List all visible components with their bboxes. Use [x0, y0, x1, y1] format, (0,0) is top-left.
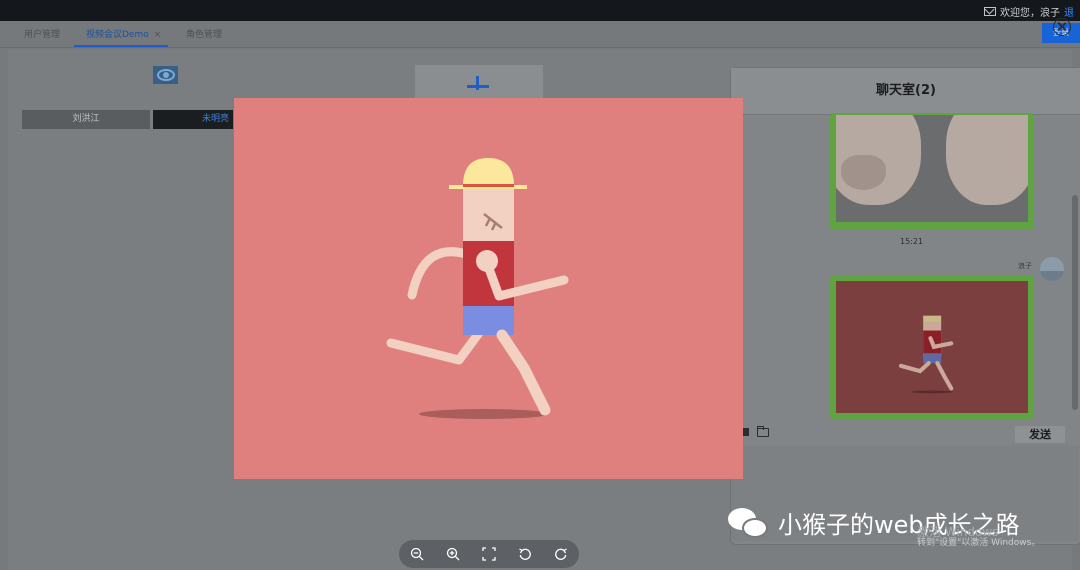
sender-name: 浪子 — [1018, 262, 1032, 270]
fullscreen-icon[interactable] — [480, 545, 498, 563]
top-bar: 欢迎您，浪子 退 — [0, 0, 1080, 21]
chat-input-toolbar — [740, 426, 769, 437]
tab-bar: 用户管理 视频会议Demo × 角色管理 登录 — [0, 21, 1080, 48]
tab-label: 视频会议Demo — [86, 30, 149, 40]
mail-icon[interactable] — [984, 7, 996, 16]
active-tab-indicator — [74, 45, 168, 47]
welcome-text: 欢迎您，浪子 — [1000, 8, 1060, 19]
camera-toggle-button[interactable] — [153, 66, 178, 84]
image-viewer — [234, 98, 743, 479]
wechat-icon — [728, 506, 770, 540]
tab-video-conference[interactable]: 视频会议Demo × — [86, 27, 161, 40]
zoom-out-icon[interactable] — [408, 545, 426, 563]
activation-subtitle: 转到"设置"以激活 Windows。 — [917, 538, 1041, 548]
chat-title: 聊天室(2) — [731, 68, 1080, 115]
viewer-toolbar — [399, 540, 579, 568]
tab-close-icon[interactable]: × — [154, 30, 162, 40]
runner-thumbnail-graphic — [898, 315, 954, 394]
legs-photo — [836, 115, 1028, 222]
logout-link[interactable]: 退 — [1064, 4, 1074, 19]
zoom-in-icon[interactable] — [444, 545, 462, 563]
user-button-1[interactable]: 刘洪江 — [22, 110, 150, 129]
running-character-illustration — [386, 158, 569, 419]
send-button[interactable]: 发送 — [1015, 426, 1065, 443]
running-animation-thumbnail — [836, 281, 1028, 413]
eye-icon — [156, 69, 175, 81]
user-info: 欢迎您，浪子 退 — [984, 4, 1074, 19]
tab-user-management[interactable]: 用户管理 — [24, 27, 60, 40]
close-viewer-icon[interactable] — [1053, 18, 1071, 36]
sender-avatar — [1040, 257, 1064, 281]
chat-image-message-1[interactable] — [830, 113, 1034, 230]
rotate-left-icon[interactable] — [516, 545, 534, 563]
windows-activation-notice: 激活 Windows 转到"设置"以激活 Windows。 — [917, 525, 1041, 549]
chat-scrollbar[interactable] — [1072, 195, 1078, 410]
chat-image-message-2[interactable] — [830, 275, 1034, 419]
user-button-2[interactable]: 未明亮 — [153, 110, 233, 129]
activation-title: 激活 Windows — [917, 525, 999, 539]
folder-icon[interactable] — [757, 426, 769, 437]
plus-icon — [467, 76, 489, 90]
message-time: 15:21 — [900, 237, 924, 246]
add-video-tile[interactable] — [415, 65, 543, 99]
shorts — [463, 306, 514, 335]
head — [463, 186, 514, 241]
tab-role-management[interactable]: 角色管理 — [186, 27, 222, 40]
rotate-right-icon[interactable] — [552, 545, 570, 563]
shadow — [419, 409, 549, 419]
